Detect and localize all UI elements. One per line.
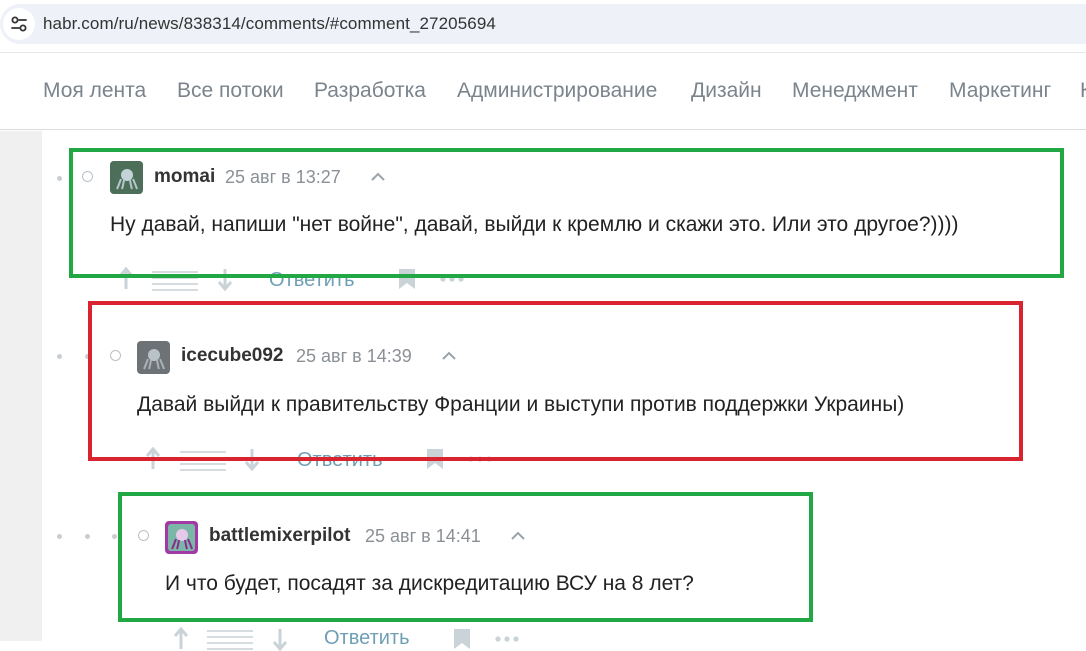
thread-level-dot xyxy=(57,534,62,539)
highlight-box-red xyxy=(88,301,1023,461)
comments-area: momai 25 авг в 13:27 Ну давай, напиши "н… xyxy=(0,131,1086,651)
reply-link[interactable]: Ответить xyxy=(324,627,410,650)
nav-item-more[interactable]: К xyxy=(1080,79,1086,103)
highlight-box-green xyxy=(69,148,1064,278)
thread-level-dot xyxy=(57,176,62,181)
rating-placeholder-icon xyxy=(207,630,253,650)
nav-item-design[interactable]: Дизайн xyxy=(691,79,762,103)
thread-level-dot xyxy=(85,534,90,539)
nav-item-all-streams[interactable]: Все потоки xyxy=(177,79,284,103)
nav-item-marketing[interactable]: Маркетинг xyxy=(949,79,1051,103)
section-nav: Моя лента Все потоки Разработка Админист… xyxy=(0,52,1086,130)
nav-item-my-feed[interactable]: Моя лента xyxy=(43,79,146,103)
thread-level-dot xyxy=(112,534,117,539)
nav-item-management[interactable]: Менеджмент xyxy=(792,79,918,103)
vote-up-icon[interactable] xyxy=(173,627,189,651)
nav-item-development[interactable]: Разработка xyxy=(314,79,426,103)
vote-down-icon[interactable] xyxy=(272,627,288,651)
highlight-box-green xyxy=(118,492,813,622)
thread-level-dot xyxy=(57,354,62,359)
nav-item-administration[interactable]: Администрирование xyxy=(457,79,657,103)
bookmark-icon[interactable] xyxy=(453,628,471,650)
left-gutter xyxy=(0,131,42,641)
url-text[interactable]: habr.com/ru/news/838314/comments/#commen… xyxy=(43,14,496,34)
more-options-icon[interactable] xyxy=(495,636,519,642)
tune-icon xyxy=(11,16,27,32)
url-field[interactable]: habr.com/ru/news/838314/comments/#commen… xyxy=(0,4,1086,44)
address-bar: habr.com/ru/news/838314/comments/#commen… xyxy=(0,0,1086,50)
site-info-button[interactable] xyxy=(3,8,35,40)
